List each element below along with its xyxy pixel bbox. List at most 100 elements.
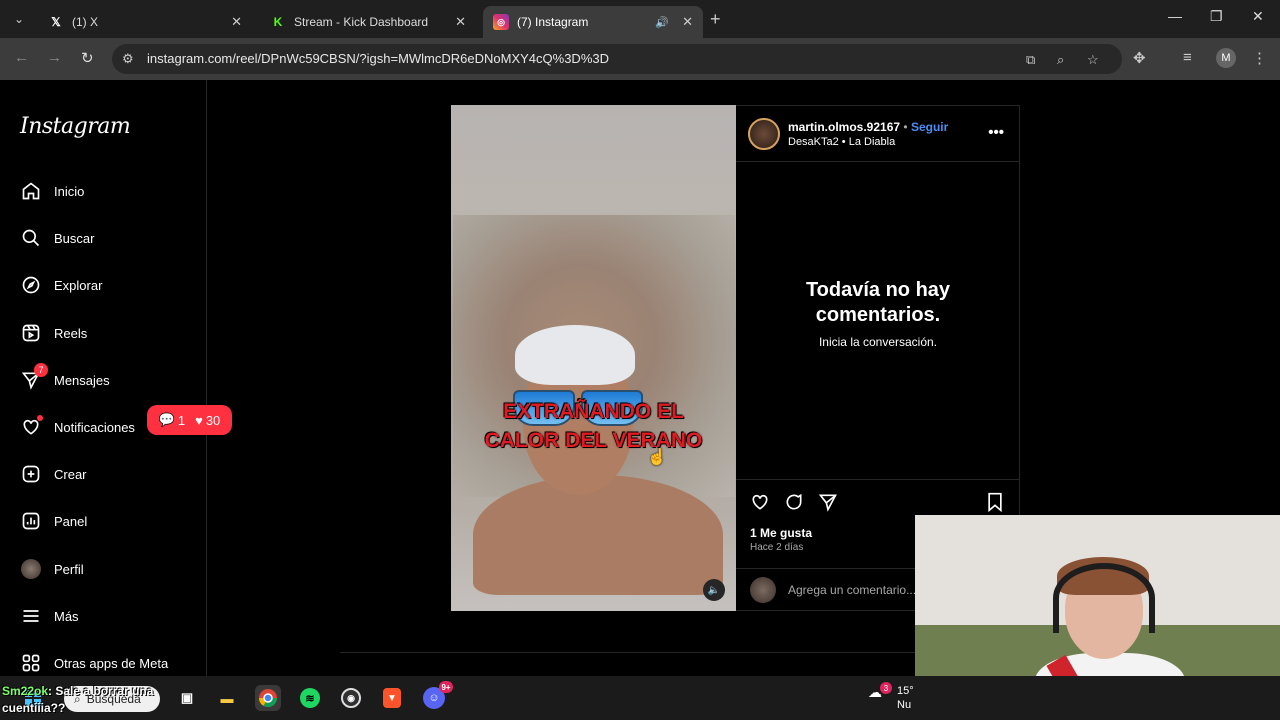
profile-avatar [20, 558, 42, 580]
like-count: ♥ 30 [195, 413, 220, 428]
menu-icon [20, 605, 42, 627]
sidebar-item-perfil[interactable]: Perfil [20, 556, 84, 582]
discord-icon[interactable]: ☺ 9+ [421, 681, 453, 711]
sidebar-item-inicio[interactable]: Inicio [20, 178, 84, 204]
sidebar-item-mensajes[interactable]: 7 Mensajes [20, 363, 110, 393]
sidebar-item-crear[interactable]: Crear [20, 461, 87, 487]
comment-input[interactable]: Agrega un comentario... [788, 583, 916, 597]
weather-temp: 15° [897, 685, 914, 697]
profile-avatar[interactable]: M [1216, 48, 1236, 68]
comment-bubble-icon: 💬 [158, 412, 175, 427]
notification-dot [37, 415, 43, 421]
window-close-icon[interactable]: ✕ [1252, 8, 1264, 25]
comment-icon[interactable] [784, 492, 804, 517]
close-icon[interactable]: ✕ [231, 14, 242, 30]
save-bookmark-icon[interactable] [986, 492, 1004, 517]
no-comments-title: Todavía no hay comentarios. [736, 278, 1020, 328]
volume-icon[interactable]: 🔈 [703, 579, 725, 601]
sidebar-item-label: Inicio [54, 183, 85, 199]
tab-kick[interactable]: K Stream - Kick Dashboard ✕ [260, 6, 476, 38]
chat-username: Sm22ok [2, 684, 49, 698]
likes-count[interactable]: 1 Me gusta [750, 526, 812, 540]
like-count-value: 30 [205, 412, 221, 428]
dashboard-icon [20, 510, 42, 532]
reel-video[interactable]: EXTRAÑANDO EL CALOR DEL VERANO ☝ 🔈 [451, 105, 736, 611]
brave-icon[interactable]: ▼ [379, 685, 405, 711]
sidebar-item-label: Explorar [54, 277, 103, 293]
headset-icon [1053, 563, 1155, 633]
sidebar-item-panel[interactable]: Panel [20, 508, 87, 534]
sidebar-item-label: Otras apps de Meta [54, 655, 169, 671]
tab-label: Stream - Kick Dashboard [294, 15, 429, 29]
spotify-icon[interactable]: ≋ [297, 685, 323, 711]
sidebar-item-buscar[interactable]: Buscar [20, 225, 94, 251]
obs-icon[interactable]: ◉ [338, 685, 364, 711]
weather-text[interactable]: 15° Nu [897, 684, 914, 712]
task-view-icon[interactable]: ▣ [174, 685, 200, 711]
sidebar-item-label: Panel [54, 513, 88, 529]
author-avatar[interactable] [748, 118, 780, 150]
no-comments-line: Todavía no hay [805, 279, 951, 301]
sidebar-item-otras-apps[interactable]: Otras apps de Meta [20, 650, 168, 676]
reload-icon[interactable]: ↻ [81, 49, 94, 67]
search-icon [20, 227, 42, 249]
post-timestamp: Hace 2 días [750, 542, 804, 553]
site-info-icon[interactable]: ⚙ [122, 51, 134, 67]
no-comments-line: comentarios. [815, 304, 941, 326]
url-text[interactable]: instagram.com/reel/DPnWc59CBSN/?igsh=MWl… [147, 51, 609, 66]
audio-attribution[interactable]: DesaKTa2 • La Diabla [788, 136, 895, 148]
page-divider [340, 652, 940, 653]
extensions-icon[interactable]: ✥ [1133, 49, 1146, 67]
sidebar-item-label: Crear [54, 466, 87, 482]
install-app-icon[interactable]: ⧉ [1026, 52, 1035, 68]
video-person-body [473, 475, 723, 595]
video-caption: EXTRAÑANDO EL CALOR DEL VERANO [451, 397, 736, 455]
instagram-logo-icon: ◎ [493, 14, 509, 30]
kebab-menu-icon[interactable]: ⋮ [1252, 49, 1267, 67]
kick-logo-icon: K [273, 15, 283, 29]
media-control-icon[interactable]: ≡ [1183, 49, 1192, 66]
windows-taskbar: ⌕ Búsqueda ▣ ▬ ≋ ◉ ▼ ☺ 9+ ☁ 15° Nu [0, 676, 1280, 720]
tab-label: (1) X [72, 15, 99, 29]
chrome-icon[interactable] [255, 685, 281, 711]
tab-x[interactable]: 𝕏 (1) X ✕ [38, 6, 252, 38]
minimize-icon[interactable]: — [1168, 8, 1182, 24]
tab-search-chevron-icon[interactable]: ⌄ [8, 8, 30, 30]
like-heart-icon[interactable] [750, 492, 770, 517]
instagram-logo[interactable]: Instagram [20, 114, 131, 139]
video-person-hair [515, 325, 635, 385]
back-icon[interactable]: ← [14, 49, 29, 66]
sidebar-item-explorar[interactable]: Explorar [20, 272, 102, 298]
plus-square-icon [20, 463, 42, 485]
sidebar-item-label: Perfil [54, 561, 84, 577]
compass-icon [20, 274, 42, 296]
stream-chat-overlay: Sm22ok: Sale a borrar una cuentiiia?? [2, 683, 153, 717]
weather-badge: 3 [880, 682, 892, 694]
sidebar-item-mas[interactable]: Más [20, 603, 79, 629]
sidebar-item-reels[interactable]: Reels [20, 320, 87, 346]
address-toolbar: ← → ↻ ⚙ instagram.com/reel/DPnWc59CBSN/?… [0, 38, 1280, 80]
file-explorer-icon[interactable]: ▬ [214, 685, 240, 711]
forward-icon[interactable]: → [47, 49, 62, 66]
meta-apps-icon [20, 652, 42, 674]
new-tab-button[interactable]: + [710, 9, 721, 30]
bookmark-star-icon[interactable]: ☆ [1087, 52, 1099, 68]
follow-button[interactable]: Seguir [911, 120, 948, 134]
close-icon[interactable]: ✕ [455, 14, 466, 30]
close-icon[interactable]: ✕ [682, 14, 693, 30]
speaker-icon[interactable]: 🔊 [655, 16, 669, 29]
tab-instagram[interactable]: ◎ (7) Instagram 🔊 ✕ [483, 6, 703, 38]
browser-tab-bar: ⌄ 𝕏 (1) X ✕ K Stream - Kick Dashboard ✕ … [0, 0, 1280, 38]
url-bar[interactable]: ⚙ instagram.com/reel/DPnWc59CBSN/?igsh=M… [112, 44, 1122, 74]
notification-popup-pill[interactable]: 💬 1 ♥ 30 [147, 405, 232, 435]
reels-icon [20, 322, 42, 344]
sidebar-item-label: Mensajes [54, 372, 110, 388]
comment-count: 💬 1 [159, 412, 185, 428]
sidebar-item-notificaciones[interactable]: Notificaciones [20, 414, 135, 440]
share-icon[interactable] [818, 492, 838, 517]
author-username[interactable]: martin.olmos.92167 [788, 120, 900, 134]
zoom-icon[interactable]: ⌕ [1057, 52, 1064, 68]
home-icon [20, 180, 42, 202]
more-options-icon[interactable]: ••• [988, 124, 1004, 141]
restore-icon[interactable]: ❐ [1210, 8, 1223, 25]
